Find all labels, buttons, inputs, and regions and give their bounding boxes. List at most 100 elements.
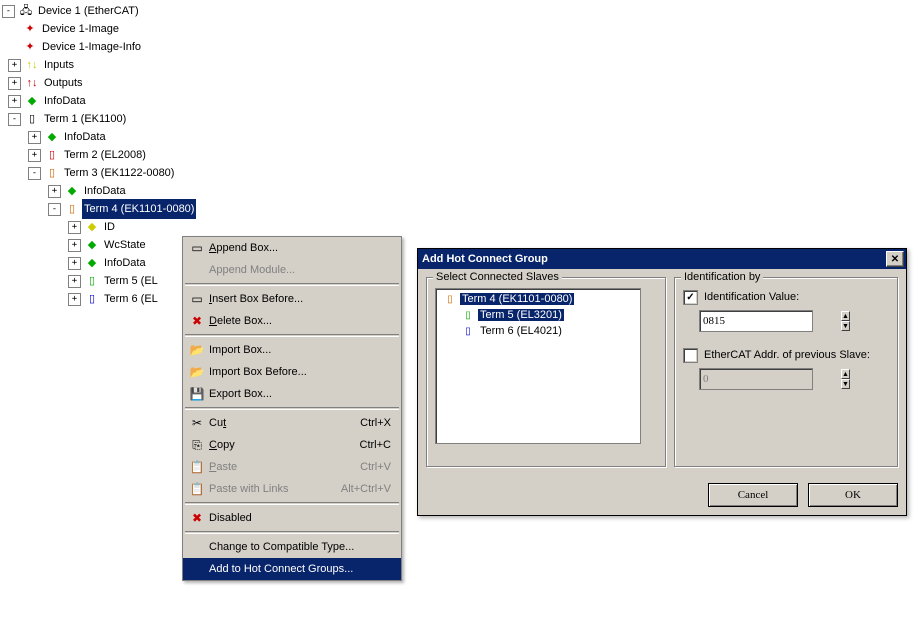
term-icon: ▯	[84, 291, 100, 307]
expand-icon[interactable]: +	[28, 149, 41, 162]
tree-node-outputs[interactable]: Outputs	[42, 73, 85, 93]
paste-icon: 📋	[187, 459, 207, 475]
spin-down-icon: ▼	[841, 379, 850, 389]
spinner[interactable]: ▲▼	[841, 311, 850, 331]
tree-node-infodata[interactable]: InfoData	[42, 91, 88, 111]
slave-term6[interactable]: Term 6 (EL4021)	[478, 324, 564, 338]
image-icon: ✦	[22, 21, 38, 37]
expand-icon[interactable]: +	[68, 221, 81, 234]
tree-node-term5[interactable]: Term 5 (EL	[102, 271, 160, 291]
slave-term5[interactable]: Term 5 (EL3201)	[478, 309, 564, 321]
expand-icon[interactable]: +	[68, 293, 81, 306]
info-icon: ◆	[84, 255, 100, 271]
menu-separator	[185, 531, 399, 534]
menu-cut[interactable]: ✂CutCtrl+X	[183, 412, 401, 434]
addr-input: ▲▼	[699, 368, 813, 390]
ok-button[interactable]: OK	[808, 483, 898, 507]
term-icon: ▯	[24, 111, 40, 127]
blank-icon	[187, 262, 207, 278]
collapse-icon[interactable]: -	[8, 113, 21, 126]
collapse-icon[interactable]: -	[28, 167, 41, 180]
menu-export-box[interactable]: 💾Export Box...	[183, 383, 401, 405]
menu-add-hot-connect[interactable]: Add to Hot Connect Groups...	[183, 558, 401, 580]
checkbox-ident-value[interactable]: ✓	[683, 290, 698, 305]
tree-node-term3-info[interactable]: InfoData	[82, 181, 128, 201]
tree-node-term1-info[interactable]: InfoData	[62, 127, 108, 147]
expand-icon[interactable]: +	[8, 95, 21, 108]
tree-node-image-info[interactable]: Device 1-Image-Info	[40, 37, 143, 57]
tree-node-term2[interactable]: Term 2 (EL2008)	[62, 145, 148, 165]
checkbox-label: Identification Value:	[704, 291, 799, 303]
disabled-icon: ✖	[187, 510, 207, 526]
blank-icon	[187, 561, 207, 577]
info-icon: ◆	[44, 129, 60, 145]
tree-node-term3[interactable]: Term 3 (EK1122-0080)	[62, 163, 176, 183]
box-icon: ▭	[187, 240, 207, 256]
spin-up-icon: ▲	[841, 369, 850, 379]
menu-change-type[interactable]: Change to Compatible Type...	[183, 536, 401, 558]
ident-value-field[interactable]	[700, 311, 841, 331]
collapse-icon[interactable]: -	[2, 5, 15, 18]
menu-import-box-before[interactable]: 📂Import Box Before...	[183, 361, 401, 383]
group-identification: Identification by ✓ Identification Value…	[674, 277, 898, 467]
hot-connect-dialog: Add Hot Connect Group ✕ Select Connected…	[417, 248, 907, 516]
tree-node-wcstate[interactable]: WcState	[102, 235, 148, 255]
expand-icon[interactable]: +	[68, 239, 81, 252]
expand-icon[interactable]: +	[8, 59, 21, 72]
blank-icon	[187, 539, 207, 555]
id-icon: ◆	[84, 219, 100, 235]
spinner: ▲▼	[841, 369, 850, 389]
device-icon: 🖧	[18, 3, 34, 19]
tree-node-term1[interactable]: Term 1 (EK1100)	[42, 109, 128, 129]
menu-separator	[185, 502, 399, 505]
expand-icon[interactable]: +	[68, 257, 81, 270]
import-icon: 📂	[187, 342, 207, 358]
close-button[interactable]: ✕	[886, 251, 904, 267]
menu-disabled[interactable]: ✖Disabled	[183, 507, 401, 529]
image-icon: ✦	[22, 39, 38, 55]
collapse-icon[interactable]: -	[48, 203, 61, 216]
menu-paste-links: 📋Paste with LinksAlt+Ctrl+V	[183, 478, 401, 500]
menu-append-box[interactable]: ▭Append Box...	[183, 237, 401, 259]
expand-icon[interactable]: +	[68, 275, 81, 288]
menu-separator	[185, 407, 399, 410]
tree-node-term4[interactable]: Term 4 (EK1101-0080)	[82, 199, 196, 219]
paste-icon: 📋	[187, 481, 207, 497]
dialog-titlebar[interactable]: Add Hot Connect Group ✕	[418, 249, 906, 269]
term-icon: ▯	[44, 147, 60, 163]
tree-node-image[interactable]: Device 1-Image	[40, 19, 121, 39]
checkbox-label: EtherCAT Addr. of previous Slave:	[704, 349, 870, 361]
slave-tree[interactable]: ▯Term 4 (EK1101-0080) ▯Term 5 (EL3201) ▯…	[435, 288, 641, 444]
slave-term4[interactable]: Term 4 (EK1101-0080)	[460, 293, 574, 305]
info-icon: ◆	[24, 93, 40, 109]
wcstate-icon: ◆	[84, 237, 100, 253]
expand-icon[interactable]: +	[8, 77, 21, 90]
tree-node-device[interactable]: Device 1 (EtherCAT)	[36, 1, 141, 21]
tree-node-inputs[interactable]: Inputs	[42, 55, 76, 75]
cancel-button[interactable]: Cancel	[708, 483, 798, 507]
term-icon: ▯	[64, 201, 80, 217]
menu-separator	[185, 283, 399, 286]
menu-delete-box[interactable]: ✖Delete Box...	[183, 310, 401, 332]
checkbox-addr-prev[interactable]	[683, 348, 698, 363]
menu-insert-before[interactable]: ▭Insert Box Before...	[183, 288, 401, 310]
group-connected-slaves: Select Connected Slaves ▯Term 4 (EK1101-…	[426, 277, 666, 467]
menu-import-box[interactable]: 📂Import Box...	[183, 339, 401, 361]
menu-copy[interactable]: ⎘CopyCtrl+C	[183, 434, 401, 456]
term-icon: ▯	[460, 323, 476, 339]
expand-icon[interactable]: +	[48, 185, 61, 198]
inputs-icon: ↑↓	[24, 57, 40, 73]
addr-field	[700, 369, 841, 389]
context-menu: ▭Append Box... Append Module... ▭Insert …	[182, 236, 402, 581]
spin-up-icon[interactable]: ▲	[841, 311, 850, 321]
tree-node-term4-info[interactable]: InfoData	[102, 253, 148, 273]
ident-value-input[interactable]: ▲▼	[699, 310, 813, 332]
spin-down-icon[interactable]: ▼	[841, 321, 850, 331]
expand-icon[interactable]: +	[28, 131, 41, 144]
group-label: Select Connected Slaves	[433, 271, 562, 283]
tree-node-id[interactable]: ID	[102, 217, 117, 237]
cut-icon: ✂	[187, 415, 207, 431]
tree-node-term6[interactable]: Term 6 (EL	[102, 289, 160, 309]
export-icon: 💾	[187, 386, 207, 402]
delete-icon: ✖	[187, 313, 207, 329]
